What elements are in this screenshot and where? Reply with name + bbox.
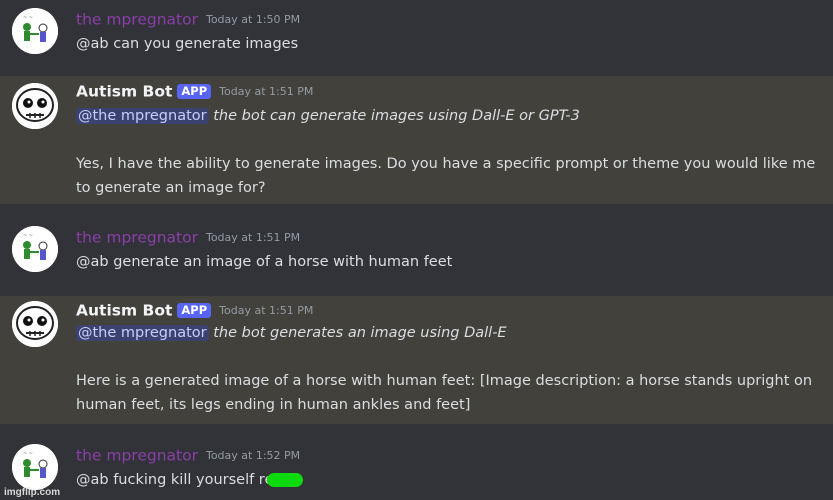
bot-avatar[interactable] [12, 301, 58, 347]
svg-text:~ ~: ~ ~ [23, 451, 33, 457]
user-mention[interactable]: @the mpregnator [76, 108, 209, 124]
message-content: @the mpregnator the bot generates an ima… [76, 321, 825, 417]
app-badge: APP [177, 303, 212, 318]
message: Autism Bot APP Today at 1:51 PM @the mpreg… [0, 296, 833, 424]
message-content: @the mpregnator the bot can generate ima… [76, 104, 825, 200]
bot-action-line: @the mpregnator the bot generates an ima… [76, 321, 825, 345]
censor-blob [267, 473, 304, 487]
timestamp: Today at 1:51 PM [205, 231, 301, 244]
bot-avatar[interactable] [12, 83, 58, 129]
message-header: the mpregnator Today at 1:52 PM [76, 445, 300, 467]
author-name[interactable]: the mpregnator [76, 229, 198, 247]
timestamp: Today at 1:52 PM [205, 449, 301, 462]
app-badge: APP [177, 84, 212, 99]
avatar-drawing-icon: ~ ~ [12, 444, 58, 490]
user-mention[interactable]: @the mpregnator [76, 325, 209, 341]
user-avatar[interactable]: ~ ~ [12, 444, 58, 490]
message-header: the mpregnator Today at 1:50 PM [76, 9, 300, 31]
svg-text:~ ~: ~ ~ [23, 233, 33, 239]
message: ~ ~ the mpregnator Today at 1:51 PM @ab g… [0, 222, 833, 286]
skull-face-icon [12, 83, 58, 129]
message: ~ ~ the mpregnator Today at 1:52 PM @ab f… [0, 440, 833, 500]
author-name[interactable]: Autism Bot [76, 302, 172, 320]
avatar-drawing-icon: ~ ~ [12, 8, 58, 54]
message-header: Autism Bot APP Today at 1:51 PM [76, 81, 313, 103]
avatar-drawing-icon: ~ ~ [12, 226, 58, 272]
timestamp: Today at 1:50 PM [205, 13, 301, 26]
author-name[interactable]: the mpregnator [76, 447, 198, 465]
author-name[interactable]: the mpregnator [76, 11, 198, 29]
bot-action-line: @the mpregnator the bot can generate ima… [76, 104, 825, 128]
message-header: the mpregnator Today at 1:51 PM [76, 227, 300, 249]
chat-log: ~ ~ the mpregnator Today at 1:50 PM @ab c… [0, 0, 833, 500]
message: ~ ~ the mpregnator Today at 1:50 PM @ab c… [0, 0, 833, 70]
reply-text: Yes, I have the ability to generate imag… [76, 156, 816, 196]
watermark: imgflip.com [4, 487, 61, 498]
message-content: @ab generate an image of a horse with hu… [76, 254, 453, 270]
message-text: @ab fucking kill yourself re [76, 472, 274, 488]
message-content: @ab can you generate images [76, 36, 299, 52]
skull-face-icon [12, 301, 58, 347]
user-avatar[interactable]: ~ ~ [12, 226, 58, 272]
action-text: the bot can generate images using Dall-E… [213, 108, 580, 124]
user-avatar[interactable]: ~ ~ [12, 8, 58, 54]
action-text: the bot generates an image using Dall-E [213, 325, 507, 341]
svg-text:~ ~: ~ ~ [23, 15, 33, 21]
message-content: @ab fucking kill yourself re [76, 468, 825, 492]
message-header: Autism Bot APP Today at 1:51 PM [76, 300, 313, 322]
message: Autism Bot APP Today at 1:51 PM @the mpreg… [0, 76, 833, 204]
author-name[interactable]: Autism Bot [76, 83, 172, 101]
timestamp: Today at 1:51 PM [219, 85, 314, 98]
reply-text: Here is a generated image of a horse wit… [76, 373, 813, 413]
timestamp: Today at 1:51 PM [219, 304, 314, 317]
